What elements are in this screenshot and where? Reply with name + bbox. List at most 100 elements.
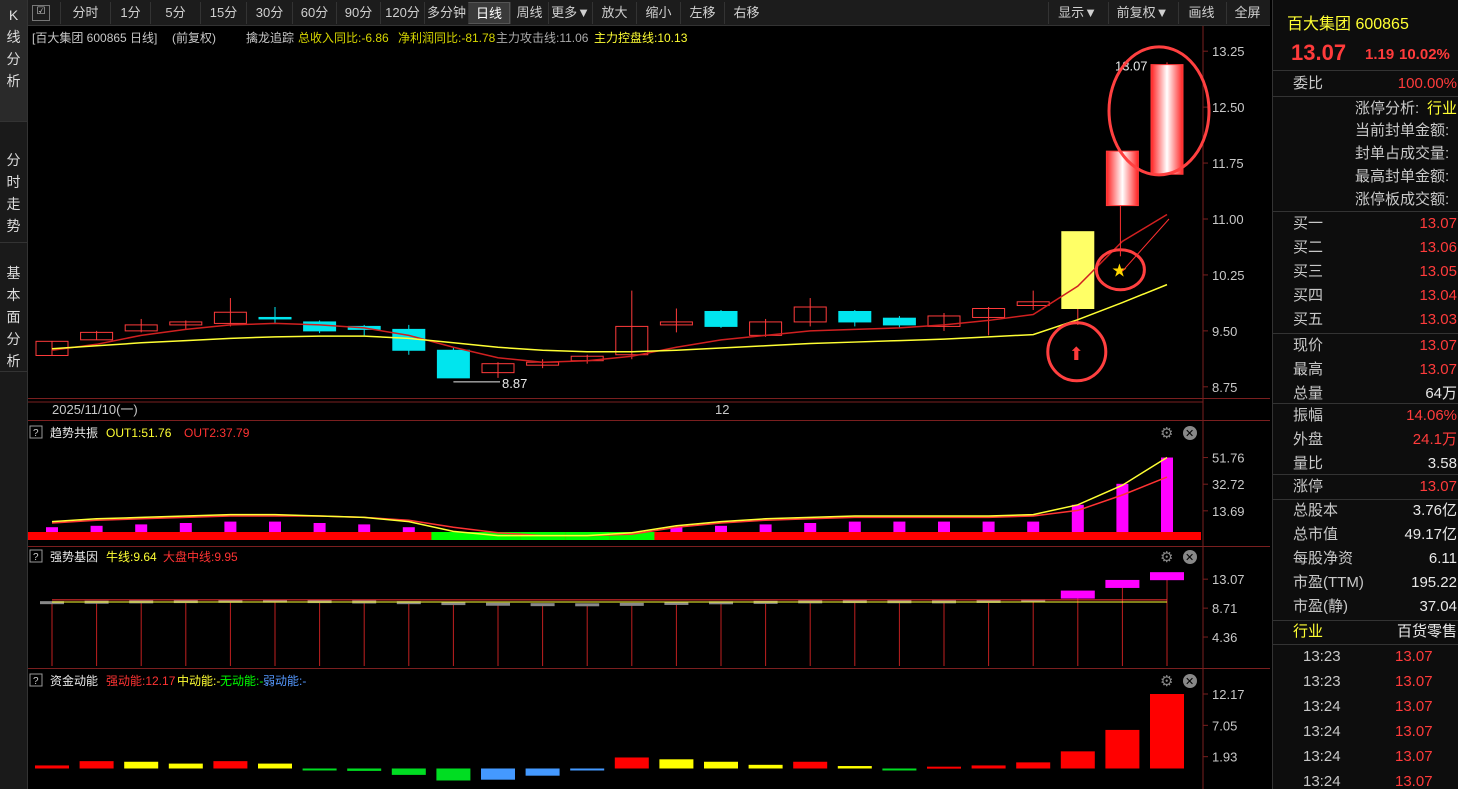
fund-bar — [748, 764, 783, 769]
fund-bar — [347, 768, 382, 771]
toolbar-item-7[interactable]: 120分 — [380, 2, 424, 24]
collapse-icon[interactable]: ☑ — [32, 5, 50, 21]
industry-row[interactable]: 行业 百货零售 — [1273, 620, 1458, 644]
pane-title: 趋势共振 — [50, 426, 98, 440]
tab-fundamental[interactable]: 基本面分析 — [0, 244, 27, 372]
main-info-text-0: [百大集团 600865 日线] — [32, 30, 157, 45]
buy-level-row-value: 13.06 — [1419, 239, 1457, 256]
x-axis-label: 12 — [715, 402, 729, 417]
industry-value: 百货零售 — [1396, 623, 1457, 640]
tab-timeshare[interactable]: 分时走势 — [0, 123, 27, 243]
y-tick-label: 13.25 — [1212, 44, 1245, 59]
zt-row-label: 封单占成交量: — [1355, 145, 1450, 162]
weibi-value: 100.00% — [1397, 75, 1457, 92]
kline-chart-area[interactable]: 13.25 12.50 11.75 11.00 10.25 9.50 8.75 [百大集团 6… — [28, 26, 1270, 789]
fundamental-row: 总市值 49.17亿 — [1273, 523, 1458, 547]
main-info-text-2: 擒龙追踪 — [246, 30, 294, 45]
tab-kline[interactable]: K线分析 — [0, 0, 27, 122]
tick-price: 13.07 — [1395, 648, 1433, 665]
fundamental-row: 市盈(TTM) 195.22 — [1273, 571, 1458, 595]
fund-bar — [837, 766, 872, 769]
fundamental-row-label: 总市值 — [1293, 526, 1339, 543]
y-tick-label: 32.72 — [1212, 477, 1245, 492]
stat-row-label: 外盘 — [1293, 431, 1324, 448]
y-tick-label: 7.05 — [1212, 718, 1237, 733]
chart-svg: 13.25 12.50 11.75 11.00 10.25 9.50 8.75 [百大集团 6… — [28, 26, 1270, 789]
toolbar-item-13[interactable]: 缩小 — [636, 2, 680, 24]
toolbar-item-4[interactable]: 30分 — [246, 2, 292, 24]
candle-body — [882, 317, 916, 326]
toolbar-item-2[interactable]: 5分 — [150, 2, 200, 24]
tick-price: 13.07 — [1395, 773, 1433, 789]
out2-line — [51, 476, 1168, 537]
fund-bar — [35, 765, 69, 769]
stat-row-label: 涨停 — [1293, 478, 1324, 495]
candle-body — [704, 310, 738, 327]
toolbar-right-item-1[interactable]: 前复权▼ — [1108, 2, 1176, 24]
toolbar-item-0[interactable]: 分时 — [60, 2, 110, 24]
gene-bar — [575, 603, 600, 607]
toolbar-item-11[interactable]: 更多▼ — [548, 2, 592, 24]
toolbar-item-14[interactable]: 左移 — [680, 2, 724, 24]
main-info-text-1: (前复权) — [172, 30, 216, 45]
tick-time: 13:24 — [1303, 723, 1341, 740]
y-tick-label: 8.71 — [1212, 601, 1237, 616]
fundamental-row-label: 市盈(静) — [1293, 598, 1348, 615]
weibi-row: 委比 100.00% — [1273, 72, 1458, 96]
fund-bar — [213, 761, 248, 769]
toolbar-right-item-3[interactable]: 全屏 — [1226, 2, 1268, 24]
y-tick-label: 51.76 — [1212, 451, 1245, 466]
toolbar-item-8[interactable]: 多分钟 — [424, 2, 468, 24]
trend-bar — [715, 525, 727, 532]
y-tick-label: 11.75 — [1212, 156, 1244, 171]
pane-legend-item: 弱动能:- — [263, 674, 306, 688]
toolbar-item-3[interactable]: 15分 — [200, 2, 246, 24]
stat-row-value: 3.58 — [1427, 455, 1457, 472]
buy-level-row-label: 买二 — [1293, 239, 1324, 256]
toolbar-item-10[interactable]: 周线 — [510, 2, 548, 24]
stat-row: 现价 13.07 — [1273, 334, 1458, 358]
toolbar-right-item-2[interactable]: 画线 — [1178, 2, 1224, 24]
toolbar-item-6[interactable]: 90分 — [336, 2, 380, 24]
fund-bar — [258, 763, 292, 769]
tick-row: 13:23 13.07 — [1273, 670, 1458, 694]
gear-icon: ⚙ — [1160, 424, 1173, 442]
help-icon-glyph: ? — [33, 676, 39, 687]
trend-bar — [358, 524, 371, 532]
close-icon-glyph: ✕ — [1185, 551, 1194, 564]
buy-level-row-value: 13.04 — [1419, 287, 1457, 304]
divider — [1273, 70, 1458, 71]
buy-level-row: 买一 13.07 — [1273, 212, 1458, 236]
zt-row-label: 涨停板成交额: — [1355, 191, 1450, 208]
fund-bar — [971, 765, 1006, 769]
stat-row-value: 13.07 — [1419, 478, 1457, 495]
candle-body — [1105, 150, 1139, 207]
toolbar-item-5[interactable]: 60分 — [292, 2, 336, 24]
toolbar-item-1[interactable]: 1分 — [110, 2, 150, 24]
zt-industry: 行业 — [1426, 100, 1457, 117]
buy-level-row-value: 13.03 — [1419, 311, 1457, 328]
candle-body — [1150, 64, 1184, 175]
trend-bar — [313, 523, 326, 532]
pane-legend-item: OUT2:37.79 — [184, 426, 250, 440]
gene-bar — [1105, 579, 1140, 588]
tick-row: 13:24 13.07 — [1273, 745, 1458, 769]
toolbar-right-item-0[interactable]: 显示▼ — [1048, 2, 1106, 24]
fund-bar — [882, 768, 917, 771]
toolbar-item-15[interactable]: 右移 — [724, 2, 768, 24]
buy-level-row: 买二 13.06 — [1273, 236, 1458, 260]
toolbar-item-12[interactable]: 放大 — [592, 2, 636, 24]
pane-title: 强势基因 — [50, 550, 98, 564]
star-icon: ★ — [1111, 261, 1127, 282]
candle-body — [258, 316, 292, 320]
rocket-icon: ⬆ — [1069, 344, 1084, 365]
toolbar-item-9[interactable]: 日线 — [468, 2, 510, 24]
buy-level-row: 买三 13.05 — [1273, 260, 1458, 284]
pane-legend-item: 大盘中线:9.95 — [163, 549, 238, 564]
y-tick-label: 4.36 — [1212, 630, 1237, 645]
tick-price: 13.07 — [1395, 698, 1433, 715]
out1-line — [51, 456, 1168, 537]
trend-bar — [179, 523, 192, 532]
main-info-text-4: 净利润同比:-81.78 — [398, 31, 496, 45]
stat-row: 振幅 14.06% — [1273, 404, 1458, 428]
